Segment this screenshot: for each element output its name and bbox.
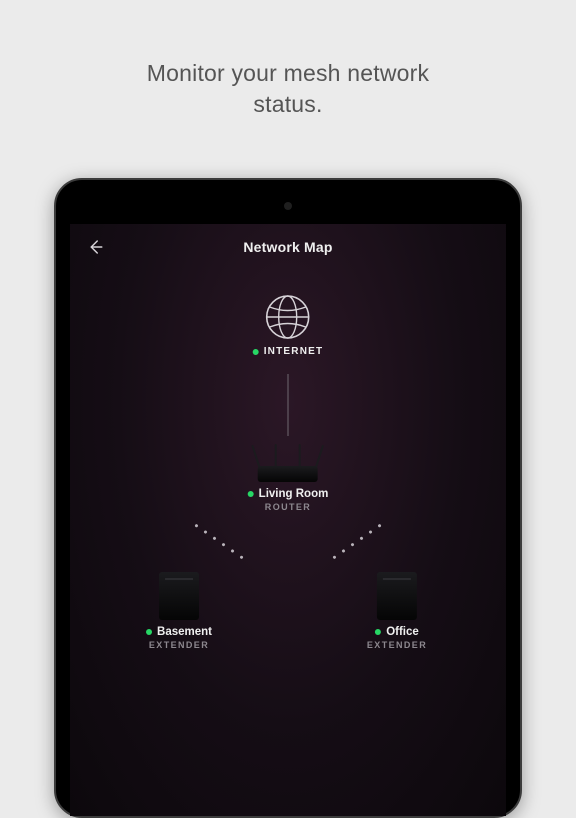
back-button[interactable]: [84, 236, 106, 258]
node-extender-role: EXTENDER: [146, 640, 212, 650]
tablet-frame: Network Map INTERNET: [54, 178, 522, 818]
node-extender-label: Office: [386, 626, 419, 638]
network-map: INTERNET Living Room ROUTER: [70, 270, 506, 790]
connection-dotline: [194, 524, 243, 560]
node-router-label: Living Room: [259, 488, 329, 500]
node-extender[interactable]: Office EXTENDER: [367, 572, 427, 650]
page-title: Network Map: [243, 239, 332, 255]
status-dot-online: [248, 491, 254, 497]
promo-line1: Monitor your mesh network: [147, 60, 429, 86]
node-extender[interactable]: Basement EXTENDER: [146, 572, 212, 650]
node-internet[interactable]: INTERNET: [253, 294, 324, 357]
app-screen: Network Map INTERNET: [70, 224, 506, 816]
promo-line2: status.: [253, 91, 322, 117]
node-router-role: ROUTER: [248, 502, 329, 512]
globe-icon: [265, 294, 311, 340]
arrow-left-icon: [86, 238, 104, 256]
app-header: Network Map: [70, 224, 506, 270]
status-dot-online: [375, 629, 381, 635]
extender-icon: [159, 572, 199, 620]
connection-line: [288, 374, 289, 436]
node-internet-label: INTERNET: [264, 346, 324, 357]
router-icon: [249, 438, 327, 482]
node-extender-label: Basement: [157, 626, 212, 638]
promo-heading: Monitor your mesh network status.: [0, 0, 576, 120]
node-extender-role: EXTENDER: [367, 640, 427, 650]
node-router[interactable]: Living Room ROUTER: [248, 438, 329, 512]
connection-dotline: [332, 524, 381, 560]
status-dot-online: [146, 629, 152, 635]
extender-icon: [377, 572, 417, 620]
status-dot-online: [253, 349, 259, 355]
